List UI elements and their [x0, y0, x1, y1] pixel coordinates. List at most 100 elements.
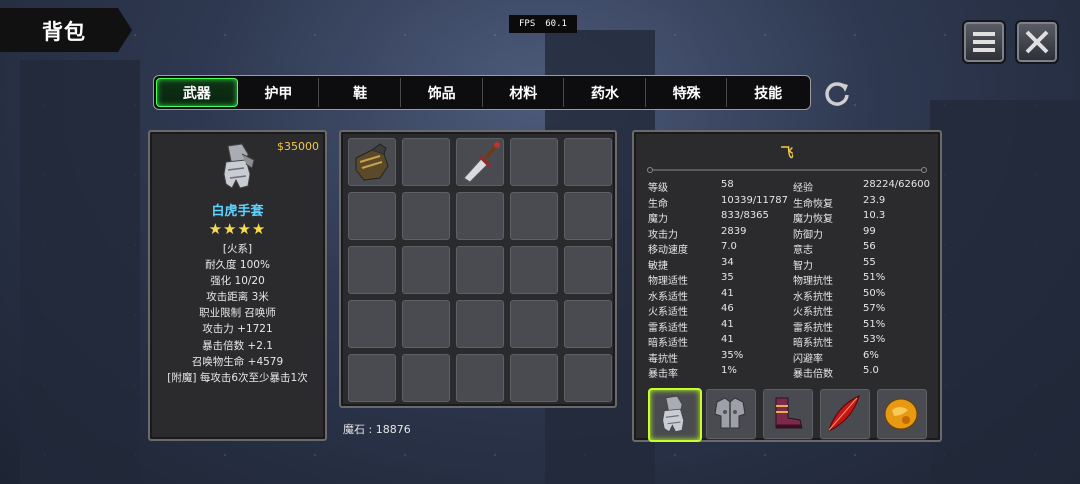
- equipment-slot[interactable]: [876, 388, 928, 440]
- stat-value: 99: [863, 225, 876, 237]
- close-button[interactable]: [1015, 20, 1059, 64]
- stat-label: 暗系抗性: [793, 338, 833, 349]
- magic-stone-count: 魔石 : 18876: [343, 423, 411, 436]
- inventory-slot[interactable]: [563, 353, 613, 403]
- stat-label: 毒抗性: [648, 353, 678, 365]
- page-title: 背包: [42, 20, 86, 44]
- equipment-slot[interactable]: [648, 388, 702, 442]
- inventory-slot[interactable]: [563, 191, 613, 241]
- stat-label: 智力: [793, 260, 813, 272]
- inventory-slot[interactable]: [401, 353, 451, 403]
- item-attributes: [火系] 耐久度 100% 强化 10/20 攻击距离 3米 职业限制 召唤师 …: [150, 241, 325, 386]
- character-name: 飞: [780, 146, 794, 161]
- stat-label: 敏捷: [648, 260, 668, 272]
- stat-value: 56: [863, 241, 876, 252]
- inventory-slot[interactable]: [509, 245, 559, 295]
- inventory-slot[interactable]: [401, 137, 451, 187]
- inventory-slot[interactable]: [455, 299, 505, 349]
- stat-value: 53%: [863, 334, 886, 345]
- inventory-slot[interactable]: [563, 299, 613, 349]
- tab-weapon[interactable]: 武器: [156, 78, 238, 107]
- title-bar: 背包: [0, 8, 132, 52]
- item-attr-line: [附魔] 每攻击6次至少暴击1次: [167, 371, 308, 384]
- stat-value: 35: [721, 272, 734, 283]
- stat-value: 41: [721, 334, 734, 345]
- inventory-slot[interactable]: [509, 353, 559, 403]
- stat-value: 57%: [863, 303, 886, 314]
- stat-label: 雷系适性: [648, 322, 688, 334]
- menu-button[interactable]: [962, 20, 1006, 64]
- inventory-grid: [347, 137, 613, 403]
- stat-value: 51%: [863, 318, 886, 330]
- stat-label: 雷系抗性: [793, 322, 833, 334]
- inventory-slot[interactable]: [347, 353, 397, 403]
- inventory-slot[interactable]: [509, 137, 559, 187]
- inventory-slot[interactable]: [347, 191, 397, 241]
- stat-label: 物理抗性: [793, 276, 833, 287]
- stat-value: 6%: [863, 349, 879, 361]
- item-attr-line: 召唤物生命 +4579: [191, 355, 284, 368]
- stat-value: 23.9: [863, 194, 886, 206]
- stat-label: 魔力: [648, 214, 668, 225]
- refresh-icon[interactable]: [822, 79, 852, 109]
- equipment-slot[interactable]: [819, 388, 871, 440]
- inventory-slot[interactable]: [563, 245, 613, 295]
- tab-accessory[interactable]: 饰品: [402, 78, 483, 107]
- stat-value: 46: [721, 303, 734, 314]
- inventory-slot[interactable]: [455, 353, 505, 403]
- inventory-slot[interactable]: [509, 191, 559, 241]
- item-detail-panel: $35000 白虎手套 ★★★★ [火系] 耐久度 100% 强化 10/20 …: [148, 130, 327, 441]
- ornament-divider: [647, 167, 927, 173]
- stat-value: 55: [863, 256, 876, 268]
- stat-value: 7.0: [721, 241, 737, 252]
- inventory-slot[interactable]: [347, 137, 397, 187]
- stat-label: 魔力恢复: [793, 214, 833, 225]
- inventory-slot[interactable]: [563, 137, 613, 187]
- inventory-slot[interactable]: [401, 245, 451, 295]
- tab-shoes[interactable]: 鞋: [320, 78, 401, 107]
- stat-label: 生命: [648, 198, 668, 210]
- inventory-slot[interactable]: [455, 245, 505, 295]
- tab-armor[interactable]: 护甲: [239, 78, 320, 107]
- tab-material[interactable]: 材料: [484, 78, 565, 107]
- tab-potion[interactable]: 药水: [565, 78, 646, 107]
- tab-special[interactable]: 特殊: [647, 78, 728, 107]
- equipment-slot[interactable]: [762, 388, 814, 440]
- item-attr-line: 攻击距离 3米: [206, 291, 269, 304]
- gauntlet-icon: [662, 395, 685, 433]
- stat-label: 移动速度: [648, 245, 688, 256]
- stat-label: 闪避率: [793, 353, 823, 365]
- stat-label: 暴击率: [648, 369, 678, 380]
- stat-label: 暴击倍数: [793, 369, 833, 380]
- stat-label: 物理适性: [648, 276, 688, 287]
- inventory-slot[interactable]: [455, 137, 505, 187]
- inventory-slot[interactable]: [401, 299, 451, 349]
- dagger-icon: [463, 142, 500, 183]
- stat-label: 等级: [648, 183, 668, 194]
- stat-label: 意志: [793, 245, 813, 256]
- stat-value: 34: [721, 256, 734, 268]
- stat-label: 防御力: [793, 229, 823, 241]
- item-attr-line: 强化 10/20: [210, 275, 265, 288]
- inventory-slot[interactable]: [401, 191, 451, 241]
- item-attr-line: 耐久度 100%: [205, 259, 270, 272]
- inventory-slot[interactable]: [509, 299, 559, 349]
- fps-counter: FPS 60.1: [509, 15, 577, 33]
- stat-value: 1%: [721, 365, 737, 376]
- character-stats-panel: 飞 等级 58 经验 28224/62600 生命 10339/11787 生命恢复 23.9…: [632, 130, 942, 442]
- inventory-slot[interactable]: [455, 191, 505, 241]
- equipment-slot[interactable]: [705, 388, 757, 440]
- stat-value: 10.3: [863, 210, 886, 221]
- stat-value: 833/8365: [721, 210, 769, 221]
- glove-icon: [355, 143, 389, 181]
- fps-value: 60.1: [545, 19, 567, 29]
- item-price: $35000: [277, 140, 319, 153]
- inventory-slot[interactable]: [347, 299, 397, 349]
- tab-skill[interactable]: 技能: [728, 78, 808, 107]
- stat-label: 水系适性: [648, 291, 688, 303]
- amber-orb-icon: [884, 398, 918, 430]
- stat-value: 50%: [863, 287, 886, 299]
- inventory-slot[interactable]: [347, 245, 397, 295]
- item-attr-line: 暴击倍数 +2.1: [202, 339, 273, 352]
- item-rating-stars: ★★★★: [208, 220, 267, 238]
